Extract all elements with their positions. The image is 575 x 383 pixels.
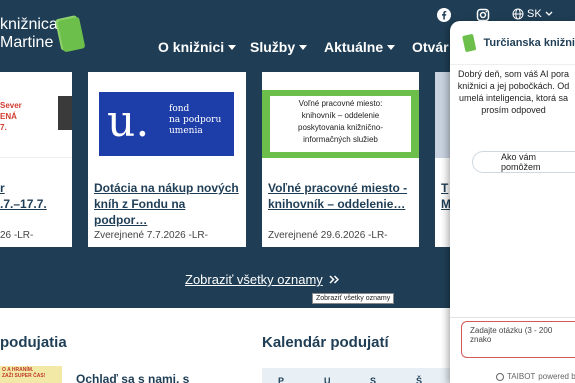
news-card[interactable]: Sever ENÁ 7. r .7.–17.7. 26 -LR-: [0, 72, 72, 247]
card-date: Zverejnené 7.7.2026 -LR-: [94, 230, 208, 241]
chat-suggestion-button[interactable]: Ako vám pomôžem: [472, 151, 575, 173]
divider: [450, 317, 575, 318]
calendar-weekday-header: P U S Š: [262, 368, 452, 383]
taibot-logo-icon: [496, 372, 504, 381]
card-title[interactable]: Dotácia na nákup nových kníh z Fondu na …: [94, 180, 240, 228]
caret-down-icon: [387, 44, 396, 50]
globe-icon: [512, 8, 524, 20]
nav-otvaracie-hodiny[interactable]: Otvár: [412, 39, 449, 55]
chat-welcome-message: Dobrý deň, som váš AI pora knižnici a je…: [457, 69, 570, 115]
show-all-announcements-link[interactable]: Zobraziť všetky oznamy: [185, 272, 339, 287]
logo-line-2: Martine: [0, 34, 54, 51]
chat-widget[interactable]: Turčianska knižni Dobrý deň, som váš AI …: [450, 21, 575, 383]
card-title[interactable]: r .7.–17.7.: [0, 180, 66, 212]
chat-header: Turčianska knižni: [450, 21, 575, 65]
card-thumbnail: u. fond na podporu umenia: [99, 92, 234, 156]
instagram-icon[interactable]: [476, 8, 490, 22]
facebook-icon[interactable]: [437, 8, 451, 22]
book-logo-icon[interactable]: [52, 13, 86, 55]
logo-text[interactable]: knižnica Martine: [0, 16, 58, 52]
nav-aktualne[interactable]: Aktuálne: [324, 39, 396, 55]
news-card[interactable]: u. fond na podporu umenia Dotácia na nák…: [88, 72, 246, 247]
events-section-title: podujatia: [0, 334, 67, 351]
chat-question-input[interactable]: Zadajte otázku (3 - 200 znako: [461, 321, 575, 358]
calendar-section-title: Kalendár podujatí: [262, 334, 389, 351]
book-logo-icon: [462, 33, 477, 52]
chat-title: Turčianska knižni: [483, 36, 575, 49]
card-thumbnail: Sever ENÁ 7.: [0, 78, 72, 158]
double-chevron-right-icon: [329, 275, 339, 284]
nav-o-kniznici[interactable]: O knižnici: [158, 39, 237, 55]
news-card[interactable]: Voľné pracovné miesto: knihovník – oddel…: [262, 72, 419, 247]
event-promo-image[interactable]: O A HRANÍM. ZAŽI SUPER ČAS!: [0, 366, 62, 383]
nav-sluzby[interactable]: Služby: [250, 39, 308, 55]
caret-down-icon: [228, 44, 237, 50]
card-thumbnail: Voľné pracovné miesto: knihovník – oddel…: [262, 90, 419, 158]
chat-footer: TAIBOT powered by: [496, 372, 575, 381]
logo-line-1: knižnica: [0, 16, 58, 33]
language-selector[interactable]: SK: [512, 8, 553, 20]
tooltip: Zobraziť všetky oznamy: [312, 293, 395, 304]
caret-down-icon: [299, 44, 308, 50]
language-label: SK: [527, 8, 542, 20]
card-date: Zverejnené 29.6.2026 -LR-: [268, 230, 388, 241]
chevron-down-icon: [545, 11, 553, 16]
card-title[interactable]: Voľné pracovné miesto - knihovník – odde…: [268, 180, 413, 212]
event-title[interactable]: Ochlaď sa s nami, s: [76, 372, 189, 383]
fund-logo-icon: u.: [107, 96, 150, 147]
card-date: 26 -LR-: [0, 230, 34, 241]
card-title[interactable]: T M: [441, 180, 451, 212]
